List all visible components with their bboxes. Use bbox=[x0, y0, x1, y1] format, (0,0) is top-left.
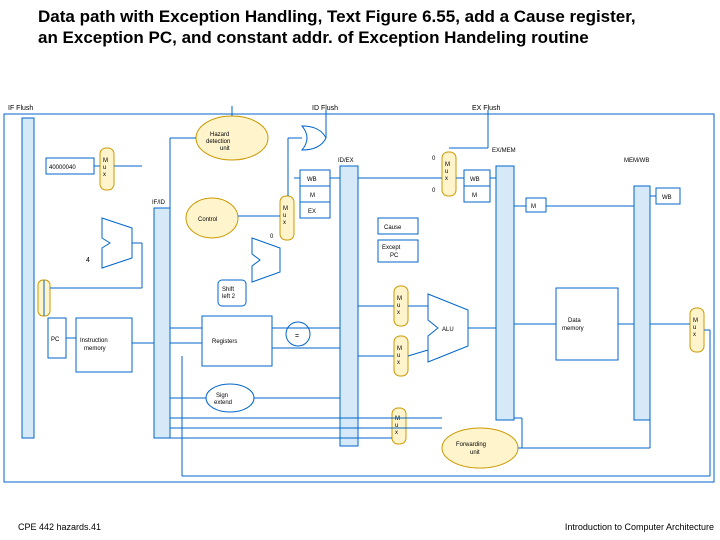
m-1: M bbox=[310, 193, 315, 199]
svg-text:WB: WB bbox=[470, 177, 480, 183]
svg-text:u: u bbox=[693, 325, 696, 331]
slide-title: Data path with Exception Handling, Text … bbox=[38, 6, 638, 49]
sign-extend: Sign bbox=[216, 393, 228, 399]
id-ex-label: ID/EX bbox=[338, 158, 354, 164]
svg-text:x: x bbox=[283, 220, 286, 226]
const-addr: 40000040 bbox=[49, 165, 76, 171]
zero-sel: 0 bbox=[270, 234, 274, 240]
svg-text:x: x bbox=[693, 332, 696, 338]
ex-flush-label: EX Flush bbox=[472, 105, 501, 112]
svg-text:memory: memory bbox=[84, 346, 106, 352]
wb-1: WB bbox=[307, 177, 317, 183]
svg-text:u: u bbox=[445, 169, 448, 175]
ex-mem-label: EX/MEM bbox=[492, 148, 516, 154]
footer-left: CPE 442 hazards.41 bbox=[18, 522, 101, 532]
cause-label: Cause bbox=[384, 225, 402, 231]
svg-text:unit: unit bbox=[470, 450, 480, 456]
svg-text:u: u bbox=[397, 303, 400, 309]
svg-text:M: M bbox=[472, 193, 477, 199]
svg-text:M: M bbox=[395, 416, 400, 422]
mem-wb-label: MEM/WB bbox=[624, 158, 649, 164]
svg-text:x: x bbox=[397, 360, 400, 366]
pc-label: PC bbox=[51, 337, 60, 343]
svg-text:WB: WB bbox=[662, 195, 672, 201]
registers-label: Registers bbox=[212, 339, 237, 345]
svg-text:M: M bbox=[445, 162, 450, 168]
svg-text:u: u bbox=[103, 165, 106, 171]
svg-text:PC: PC bbox=[390, 253, 399, 259]
if-id-label: IF/ID bbox=[152, 200, 166, 206]
shift-label: Shift bbox=[222, 287, 234, 293]
svg-text:M: M bbox=[693, 318, 698, 324]
svg-text:x: x bbox=[445, 176, 448, 182]
id-flush-label: ID Flush bbox=[312, 105, 338, 112]
svg-text:extend: extend bbox=[214, 400, 232, 406]
svg-text:detection: detection bbox=[206, 139, 230, 145]
svg-text:x: x bbox=[397, 310, 400, 316]
except-pc: Except bbox=[382, 245, 401, 251]
svg-text:0: 0 bbox=[432, 156, 436, 162]
control-label: Control bbox=[198, 217, 217, 223]
svg-text:unit: unit bbox=[220, 146, 230, 152]
svg-text:left 2: left 2 bbox=[222, 294, 236, 300]
ex-1: EX bbox=[308, 209, 316, 215]
svg-text:memory: memory bbox=[562, 326, 584, 332]
instr-mem: Instruction bbox=[80, 338, 108, 344]
svg-text:M: M bbox=[531, 204, 536, 210]
alu-label: ALU bbox=[442, 327, 454, 333]
svg-text:M: M bbox=[397, 346, 402, 352]
if-flush-label: IF Flush bbox=[8, 105, 33, 112]
four-label: 4 bbox=[86, 257, 90, 264]
svg-text:u: u bbox=[283, 213, 286, 219]
svg-text:u: u bbox=[397, 353, 400, 359]
eq-label: = bbox=[295, 333, 299, 340]
svg-text:M: M bbox=[283, 206, 288, 212]
mux-1: M bbox=[103, 158, 108, 164]
datapath-diagram: IF Flush ID Flush EX Flush 40000040 M u … bbox=[2, 88, 718, 500]
svg-text:x: x bbox=[103, 172, 106, 178]
hazard-label: Hazard bbox=[210, 132, 229, 138]
svg-text:x: x bbox=[395, 430, 398, 436]
svg-text:0: 0 bbox=[432, 188, 436, 194]
svg-text:M: M bbox=[397, 296, 402, 302]
data-mem: Data bbox=[568, 318, 581, 324]
footer-right: Introduction to Computer Architecture bbox=[565, 522, 714, 532]
forwarding-label: Forwarding bbox=[456, 442, 486, 448]
